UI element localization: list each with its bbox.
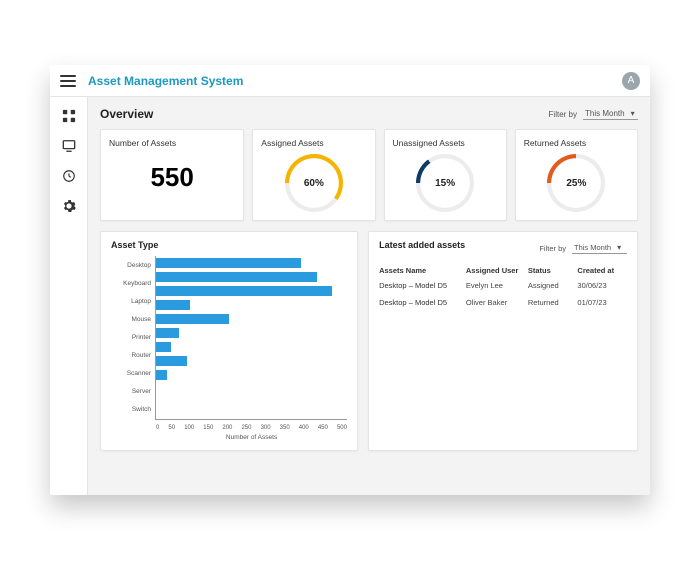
- table-row[interactable]: Desktop – Model D5Oliver BakerReturned01…: [379, 298, 627, 307]
- x-tick: 500: [337, 425, 347, 431]
- bar-category-label: Scanner: [111, 370, 151, 384]
- table-header: Assets Name Assigned User Status Created…: [379, 266, 627, 275]
- kpi-row: Number of Assets 550 Assigned Assets 60%…: [100, 129, 638, 221]
- panel-title: Asset Type: [111, 240, 347, 250]
- x-tick: 100: [184, 425, 194, 431]
- bar-row: [156, 312, 347, 326]
- chevron-down-icon: ▾: [617, 243, 621, 252]
- kpi-title: Assigned Assets: [261, 138, 366, 148]
- bar-row: [156, 256, 347, 270]
- cell-created-at: 01/07/23: [577, 298, 627, 307]
- cell-created-at: 30/06/23: [577, 281, 627, 290]
- kpi-returned-assets: Returned Assets 25%: [515, 129, 638, 221]
- col-header: Assets Name: [379, 266, 466, 275]
- latest-filter: Filter by This Month ▾: [539, 242, 627, 254]
- kpi-title: Unassigned Assets: [393, 138, 498, 148]
- bar-row: [156, 354, 347, 368]
- bar-category-label: Router: [111, 352, 151, 366]
- bar-category-label: Switch: [111, 406, 151, 420]
- bar: [156, 342, 171, 352]
- donut-label: 25%: [566, 178, 586, 189]
- bar-category-label: Desktop: [111, 262, 151, 276]
- bar: [156, 314, 229, 324]
- x-tick: 400: [299, 425, 309, 431]
- bar-category-label: Laptop: [111, 298, 151, 312]
- bar-category-label: Keyboard: [111, 280, 151, 294]
- filter-label: Filter by: [539, 244, 566, 253]
- bar-row: [156, 326, 347, 340]
- bar: [156, 272, 317, 282]
- history-icon[interactable]: [62, 169, 76, 183]
- col-header: Assigned User: [466, 266, 528, 275]
- x-tick: 350: [280, 425, 290, 431]
- page-title: Overview: [100, 107, 153, 121]
- bar-row: [156, 368, 347, 382]
- menu-icon[interactable]: [60, 75, 76, 87]
- x-tick: 50: [168, 425, 175, 431]
- page-filter-value: This Month: [585, 109, 625, 118]
- latest-assets-panel: Latest added assets Filter by This Month…: [368, 231, 638, 451]
- kpi-assigned-assets: Assigned Assets 60%: [252, 129, 375, 221]
- gear-icon[interactable]: [62, 199, 76, 213]
- app-window: Asset Management System A Overview: [50, 65, 650, 495]
- bar-row: [156, 298, 347, 312]
- col-header: Status: [528, 266, 578, 275]
- panel-title: Latest added assets: [379, 240, 465, 250]
- bar: [156, 370, 167, 380]
- bar: [156, 328, 179, 338]
- kpi-title: Number of Assets: [109, 138, 235, 148]
- sidebar: [50, 97, 88, 495]
- bar: [156, 286, 332, 296]
- x-axis-title: Number of Assets: [156, 434, 347, 441]
- page-filter-select[interactable]: This Month ▾: [583, 108, 638, 120]
- chevron-down-icon: ▾: [631, 109, 635, 118]
- bar-row: [156, 284, 347, 298]
- x-tick: 450: [318, 425, 328, 431]
- main-content: Overview Filter by This Month ▾ Number o…: [88, 97, 650, 495]
- latest-filter-value: This Month: [574, 243, 611, 252]
- asset-type-chart: Desktop Keyboard Laptop Mouse Printer Router S…: [111, 256, 347, 442]
- bar-category-label: Mouse: [111, 316, 151, 330]
- cell-status: Assigned: [528, 281, 578, 290]
- bar: [156, 300, 190, 310]
- page-filter: Filter by This Month ▾: [549, 108, 638, 120]
- monitor-icon[interactable]: [62, 139, 76, 153]
- app-title: Asset Management System: [88, 74, 243, 88]
- x-tick: 200: [222, 425, 232, 431]
- kpi-unassigned-assets: Unassigned Assets 15%: [384, 129, 507, 221]
- bar-row: [156, 270, 347, 284]
- lower-row: Asset Type Desktop Keyboard Laptop Mouse Pri…: [100, 231, 638, 451]
- filter-label: Filter by: [549, 110, 577, 119]
- x-tick: 150: [203, 425, 213, 431]
- latest-filter-select[interactable]: This Month ▾: [572, 242, 627, 254]
- kpi-value: 550: [109, 162, 235, 193]
- asset-type-panel: Asset Type Desktop Keyboard Laptop Mouse Pri…: [100, 231, 358, 451]
- bar: [156, 356, 187, 366]
- cell-asset-name: Desktop – Model D5: [379, 298, 466, 307]
- cell-asset-name: Desktop – Model D5: [379, 281, 466, 290]
- donut-label: 60%: [304, 178, 324, 189]
- page-header: Overview Filter by This Month ▾: [100, 107, 638, 121]
- table-row[interactable]: Desktop – Model D5Evelyn LeeAssigned30/0…: [379, 281, 627, 290]
- bar-category-label: Server: [111, 388, 151, 402]
- cell-status: Returned: [528, 298, 578, 307]
- x-tick: 250: [241, 425, 251, 431]
- kpi-title: Returned Assets: [524, 138, 629, 148]
- avatar[interactable]: A: [622, 72, 640, 90]
- topbar: Asset Management System A: [50, 65, 650, 97]
- donut-label: 15%: [435, 178, 455, 189]
- bar: [156, 258, 301, 268]
- dashboard-icon[interactable]: [62, 109, 76, 123]
- x-tick: 0: [156, 425, 159, 431]
- cell-assigned-user: Evelyn Lee: [466, 281, 528, 290]
- cell-assigned-user: Oliver Baker: [466, 298, 528, 307]
- x-tick: 300: [261, 425, 271, 431]
- bar-category-label: Printer: [111, 334, 151, 348]
- bar-row: [156, 340, 347, 354]
- kpi-number-of-assets: Number of Assets 550: [100, 129, 244, 221]
- col-header: Created at: [577, 266, 627, 275]
